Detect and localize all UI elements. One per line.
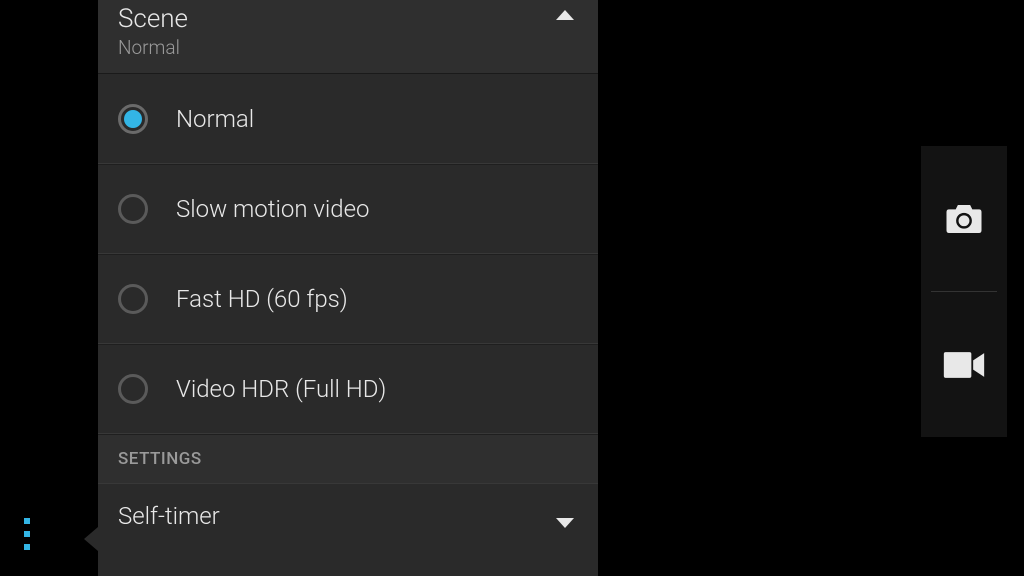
radio-icon (118, 104, 148, 134)
dot (24, 518, 30, 524)
option-label: Normal (176, 105, 254, 133)
scene-title: Scene (118, 6, 578, 32)
scene-option-normal[interactable]: Normal (98, 74, 598, 164)
chevron-down-icon (556, 518, 574, 528)
radio-icon (118, 284, 148, 314)
mode-toolbar (921, 146, 1007, 437)
setting-self-timer[interactable]: Self-timer (98, 483, 598, 530)
scene-option-fast-hd[interactable]: Fast HD (60 fps) (98, 254, 598, 344)
scene-option-slow-motion[interactable]: Slow motion video (98, 164, 598, 254)
camera-icon (943, 198, 985, 240)
menu-dots-indicator[interactable] (24, 518, 30, 550)
chevron-up-icon (556, 10, 574, 20)
camera-settings-panel: Scene Normal Normal Slow motion video Fa… (98, 0, 598, 576)
dot (24, 531, 30, 537)
photo-mode-button[interactable] (921, 146, 1007, 291)
scene-options: Normal Slow motion video Fast HD (60 fps… (98, 74, 598, 434)
video-icon (942, 348, 986, 382)
scene-header[interactable]: Scene Normal (98, 0, 598, 74)
radio-icon (118, 374, 148, 404)
radio-icon (118, 194, 148, 224)
scene-subtitle: Normal (118, 36, 578, 59)
dot (24, 544, 30, 550)
option-label: Fast HD (60 fps) (176, 285, 348, 313)
settings-section-header: SETTINGS (98, 434, 598, 483)
setting-label: Self-timer (118, 502, 220, 530)
option-label: Slow motion video (176, 195, 370, 223)
video-mode-button[interactable] (921, 292, 1007, 437)
option-label: Video HDR (Full HD) (176, 375, 386, 403)
panel-caret (84, 527, 98, 551)
scene-option-video-hdr[interactable]: Video HDR (Full HD) (98, 344, 598, 434)
